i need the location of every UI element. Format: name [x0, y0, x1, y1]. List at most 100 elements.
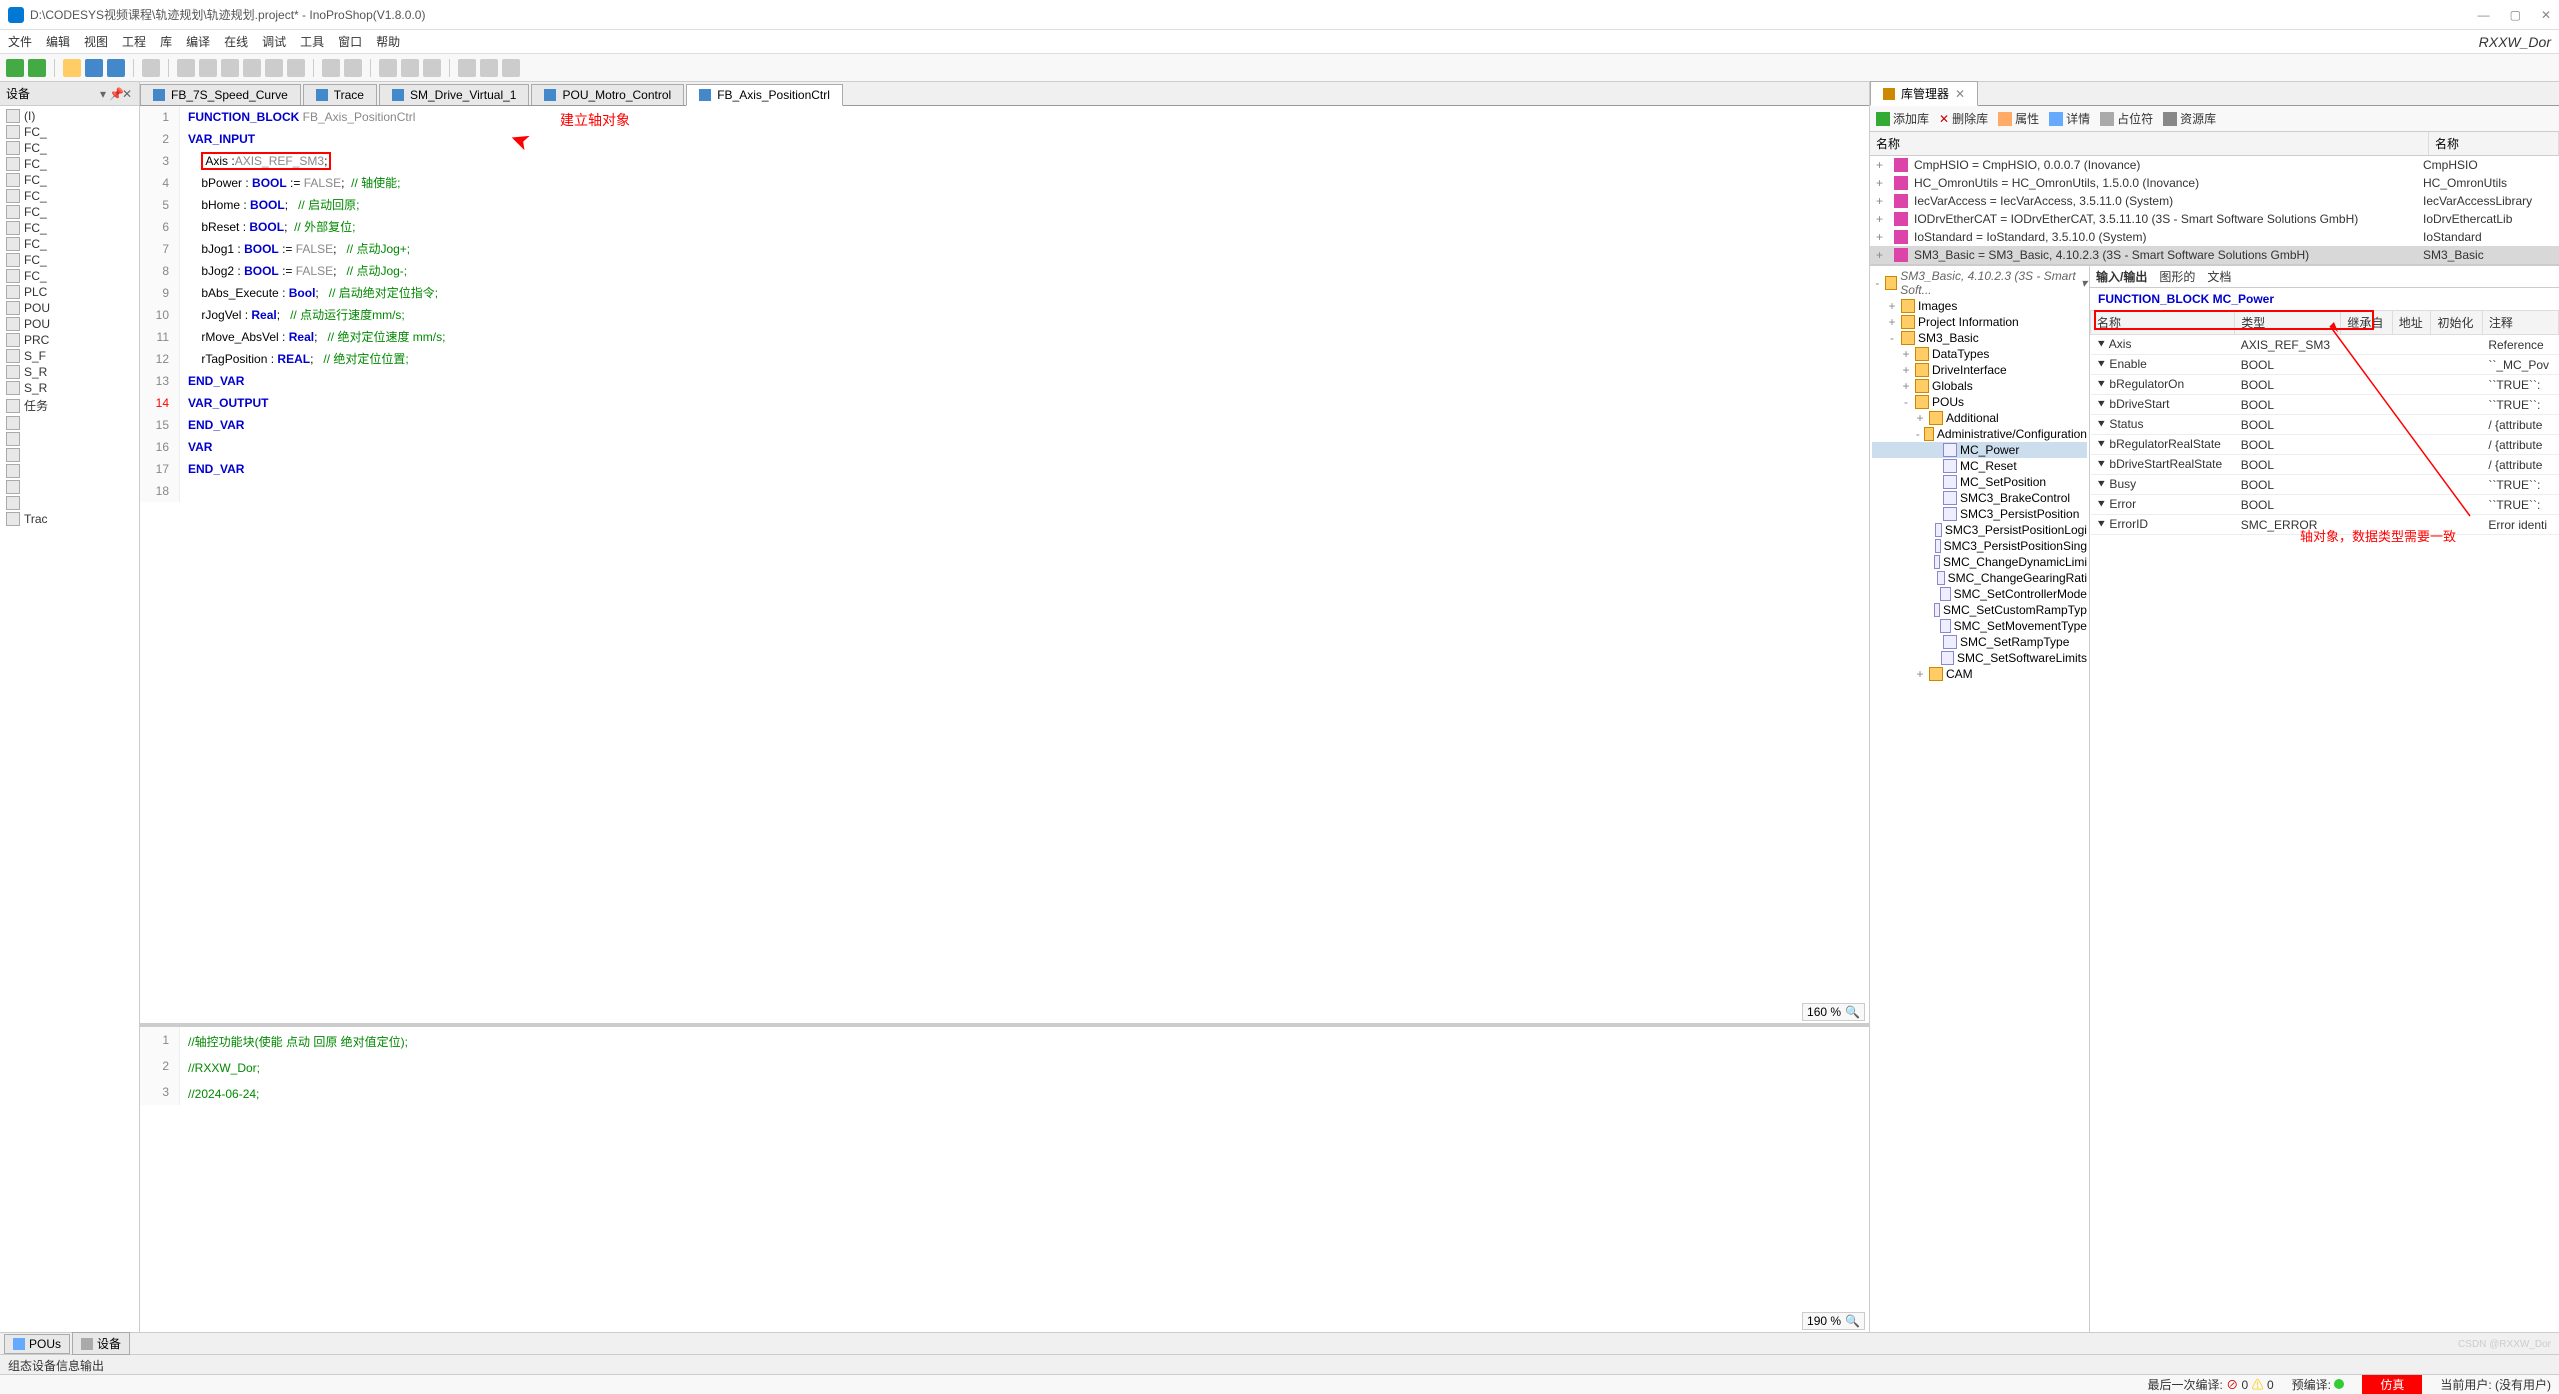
editor-tab[interactable]: FB_Axis_PositionCtrl — [686, 84, 843, 106]
message-bar[interactable]: 组态设备信息输出 — [0, 1354, 2559, 1374]
libtree-node[interactable]: MC_Reset — [1872, 458, 2087, 474]
device-tree-item[interactable]: FC_ — [2, 140, 137, 156]
tb-del[interactable] — [287, 59, 305, 77]
tb-saveall[interactable] — [107, 59, 125, 77]
io-row[interactable]: ⯆ bRegulatorRealStateBOOL/ {attribute — [2091, 435, 2559, 455]
btn-del-lib[interactable]: ✕删除库 — [1939, 110, 1988, 127]
device-tree-item[interactable]: POU — [2, 316, 137, 332]
editor-body[interactable]: 123 //轴控功能块(使能 点动 回原 绝对值定位);//RXXW_Dor;/… — [140, 1027, 1869, 1333]
library-row[interactable]: +IoStandard = IoStandard, 3.5.10.0 (Syst… — [1870, 228, 2559, 246]
device-tree-item[interactable]: PRC — [2, 332, 137, 348]
btab-pous[interactable]: POUs — [4, 1334, 70, 1354]
editor-declarations[interactable]: 建立轴对象 ➤ 123456789101112131415161718 FUNC… — [140, 106, 1869, 1027]
btn-add-lib[interactable]: 添加库 — [1876, 110, 1929, 127]
tb-print[interactable] — [142, 59, 160, 77]
editor-tab[interactable]: POU_Motro_Control — [531, 84, 684, 105]
libtree-node[interactable]: +Globals — [1872, 378, 2087, 394]
device-tree-item[interactable]: FC_ — [2, 268, 137, 284]
device-tree-item[interactable] — [2, 447, 137, 463]
io-row[interactable]: ⯆ ErrorBOOL``TRUE``: — [2091, 495, 2559, 515]
tb-paste[interactable] — [265, 59, 283, 77]
device-tree-item[interactable] — [2, 415, 137, 431]
io-row[interactable]: ⯆ bDriveStartBOOL``TRUE``: — [2091, 395, 2559, 415]
device-tree-item[interactable]: FC_ — [2, 172, 137, 188]
tb-cut[interactable] — [221, 59, 239, 77]
libtree-node[interactable]: SMC3_PersistPositionSing — [1872, 538, 2087, 554]
libtree-node[interactable]: +Images — [1872, 298, 2087, 314]
menu-build[interactable]: 编译 — [186, 33, 210, 50]
libtree-node[interactable]: MC_SetPosition — [1872, 474, 2087, 490]
libtree-node[interactable]: -SM3_Basic — [1872, 330, 2087, 346]
library-row[interactable]: +HC_OmronUtils = HC_OmronUtils, 1.5.0.0 … — [1870, 174, 2559, 192]
libtree-node[interactable]: SMC_ChangeDynamicLimi — [1872, 554, 2087, 570]
menu-window[interactable]: 窗口 — [338, 33, 362, 50]
lp-pin[interactable]: 📌 — [109, 87, 121, 101]
device-tree-item[interactable]: (I) — [2, 108, 137, 124]
io-row[interactable]: ⯆ AxisAXIS_REF_SM3Reference — [2091, 335, 2559, 355]
device-tree[interactable]: (I)FC_FC_FC_FC_FC_FC_FC_FC_FC_FC_PLCPOUP… — [0, 106, 139, 1332]
menu-edit[interactable]: 编辑 — [46, 33, 70, 50]
device-tree-item[interactable] — [2, 495, 137, 511]
libtree-node[interactable]: +Project Information — [1872, 314, 2087, 330]
io-row[interactable]: ⯆ bDriveStartRealStateBOOL/ {attribute — [2091, 455, 2559, 475]
maximize-button[interactable]: ▢ — [2510, 8, 2521, 22]
libtree-node[interactable]: SMC3_PersistPosition — [1872, 506, 2087, 522]
libtree-node[interactable]: SMC3_PersistPositionLogi — [1872, 522, 2087, 538]
tree-root[interactable]: -SM3_Basic, 4.10.2.3 (3S - Smart Soft...… — [1872, 268, 2087, 298]
tb-undo[interactable] — [177, 59, 195, 77]
device-tree-item[interactable]: S_F — [2, 348, 137, 364]
dtab-graphic[interactable]: 图形的 — [2159, 268, 2195, 285]
tb-copy[interactable] — [243, 59, 261, 77]
tb-misc1[interactable] — [379, 59, 397, 77]
device-tree-item[interactable]: FC_ — [2, 220, 137, 236]
io-row[interactable]: ⯆ StatusBOOL/ {attribute — [2091, 415, 2559, 435]
editor-tab[interactable]: Trace — [303, 84, 377, 105]
minimize-button[interactable]: — — [2478, 8, 2490, 22]
library-tree[interactable]: -SM3_Basic, 4.10.2.3 (3S - Smart Soft...… — [1870, 266, 2090, 1332]
btab-devices[interactable]: 设备 — [72, 1332, 130, 1355]
device-tree-item[interactable]: FC_ — [2, 204, 137, 220]
library-row[interactable]: +IecVarAccess = IecVarAccess, 3.5.11.0 (… — [1870, 192, 2559, 210]
io-row[interactable]: ⯆ EnableBOOL``_MC_Pov — [2091, 355, 2559, 375]
menu-help[interactable]: 帮助 — [376, 33, 400, 50]
device-tree-item[interactable]: FC_ — [2, 156, 137, 172]
device-tree-item[interactable]: FC_ — [2, 124, 137, 140]
editor-tab[interactable]: FB_7S_Speed_Curve — [140, 84, 301, 105]
menu-view[interactable]: 视图 — [84, 33, 108, 50]
tab-library-manager[interactable]: 库管理器 ✕ — [1870, 81, 1978, 106]
device-tree-item[interactable] — [2, 431, 137, 447]
libtree-node[interactable]: -Administrative/Configuration — [1872, 426, 2087, 442]
dtab-io[interactable]: 输入/输出 — [2096, 268, 2147, 285]
tb-replace[interactable] — [344, 59, 362, 77]
btn-props[interactable]: 属性 — [1998, 110, 2039, 127]
device-tree-item[interactable]: Trac — [2, 511, 137, 527]
tb-new[interactable] — [6, 59, 24, 77]
libtree-node[interactable]: +Additional — [1872, 410, 2087, 426]
tb-misc2[interactable] — [401, 59, 419, 77]
btn-details[interactable]: 详情 — [2049, 110, 2090, 127]
lp-dropdown[interactable]: ▾ — [97, 87, 109, 101]
libtree-node[interactable]: SMC_SetControllerMode — [1872, 586, 2087, 602]
zoom-bot[interactable]: 190 %🔍 — [1802, 1312, 1865, 1330]
device-tree-item[interactable]: S_R — [2, 364, 137, 380]
tb-save[interactable] — [85, 59, 103, 77]
io-row[interactable]: ⯆ bRegulatorOnBOOL``TRUE``: — [2091, 375, 2559, 395]
lp-close[interactable]: ✕ — [121, 87, 133, 101]
device-tree-item[interactable]: POU — [2, 300, 137, 316]
device-tree-item[interactable]: PLC — [2, 284, 137, 300]
close-button[interactable]: ✕ — [2541, 8, 2551, 22]
menu-online[interactable]: 在线 — [224, 33, 248, 50]
menu-lib[interactable]: 库 — [160, 33, 172, 50]
status-sim[interactable]: 仿真 — [2362, 1375, 2422, 1394]
menu-project[interactable]: 工程 — [122, 33, 146, 50]
libtree-node[interactable]: +DataTypes — [1872, 346, 2087, 362]
dtab-doc[interactable]: 文档 — [2207, 268, 2231, 285]
device-tree-item[interactable]: FC_ — [2, 188, 137, 204]
tb-misc3[interactable] — [423, 59, 441, 77]
editor-tab[interactable]: SM_Drive_Virtual_1 — [379, 84, 530, 105]
libtree-node[interactable]: +DriveInterface — [1872, 362, 2087, 378]
menu-file[interactable]: 文件 — [8, 33, 32, 50]
device-tree-item[interactable] — [2, 479, 137, 495]
tb-misc5[interactable] — [480, 59, 498, 77]
libtree-node[interactable]: -POUs — [1872, 394, 2087, 410]
